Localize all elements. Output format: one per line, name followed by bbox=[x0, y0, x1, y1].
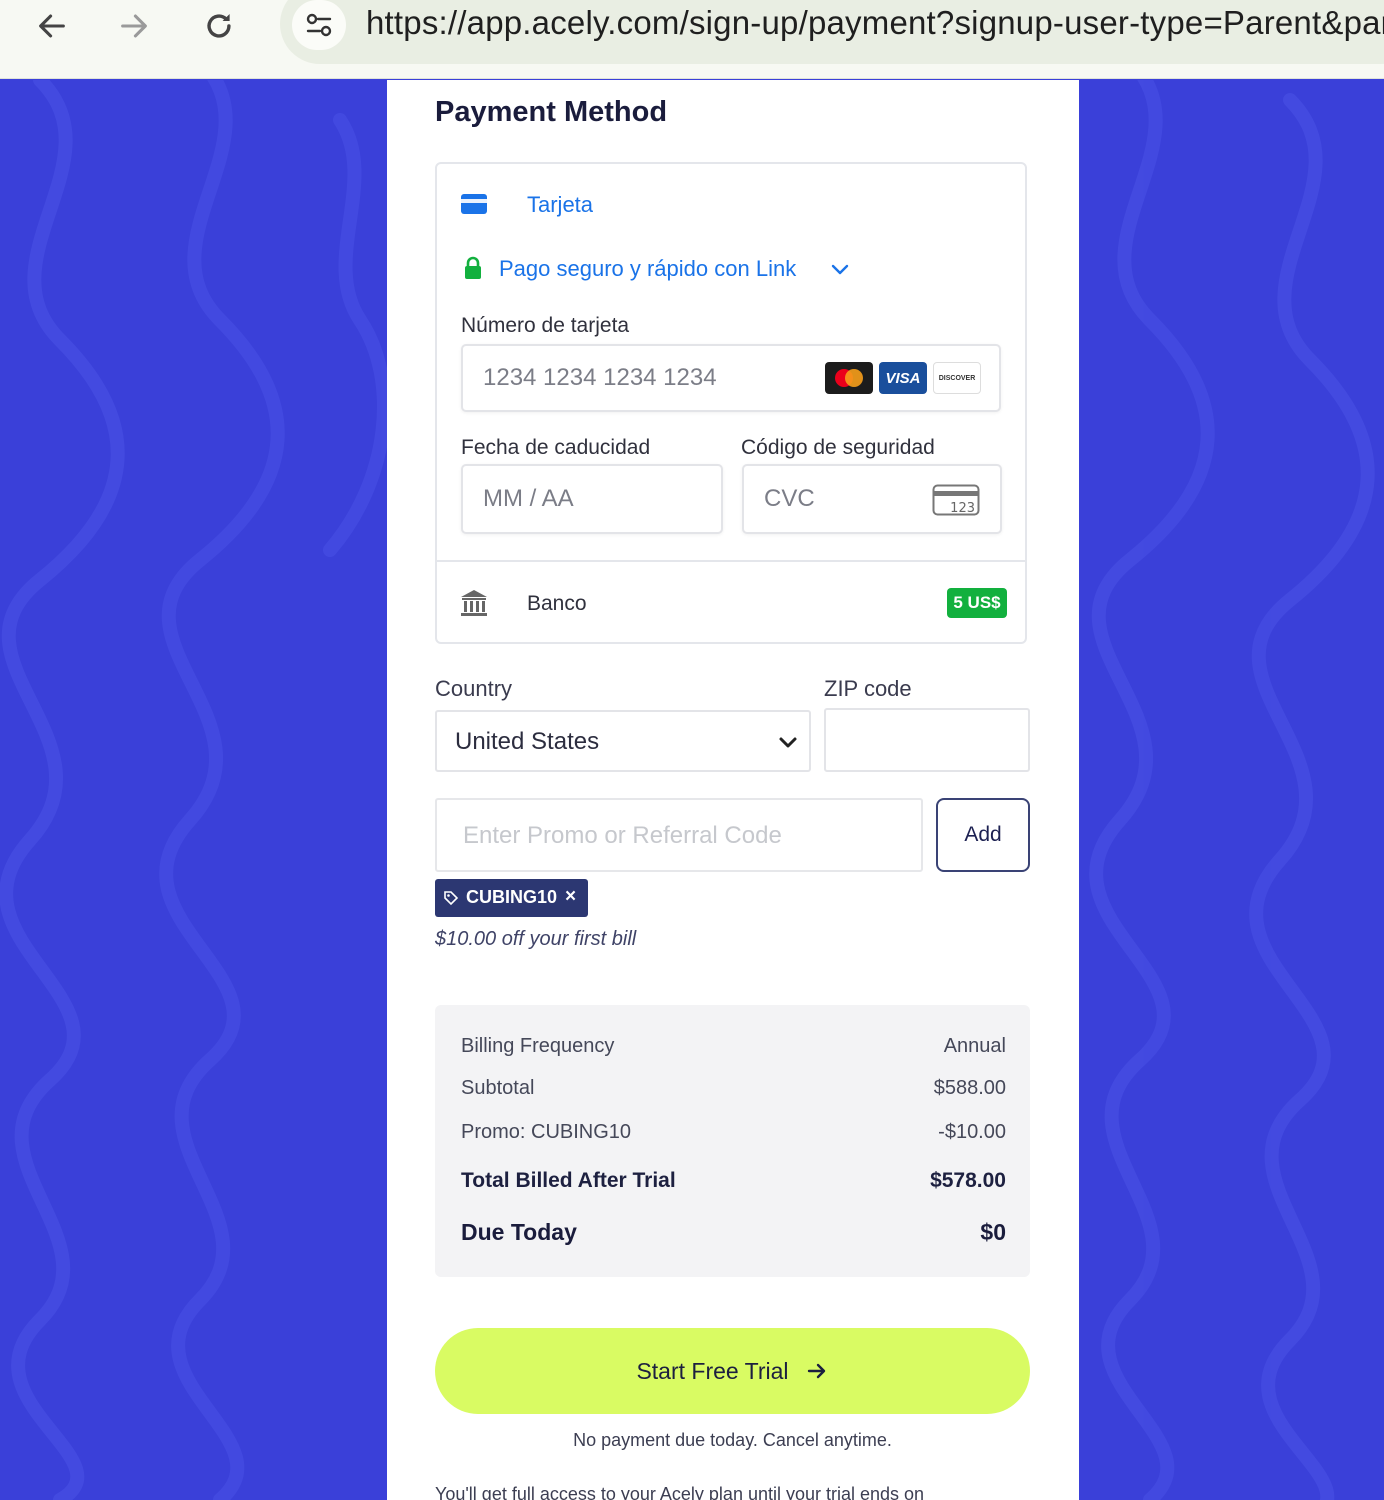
zip-field[interactable] bbox=[824, 708, 1030, 772]
discover-icon: DISCOVER bbox=[933, 362, 981, 394]
country-label: Country bbox=[435, 676, 513, 701]
lock-icon bbox=[465, 256, 481, 279]
summary-label: Subtotal bbox=[461, 1077, 535, 1099]
summary-value: Annual bbox=[943, 1035, 1006, 1057]
browser-toolbar: https://app.acely.com/sign-up/payment?si… bbox=[0, 0, 1384, 79]
chevron-down-icon bbox=[779, 737, 797, 748]
arrow-right-icon bbox=[121, 14, 147, 38]
credit-card-icon bbox=[461, 194, 487, 214]
remove-promo-button[interactable]: × bbox=[565, 886, 576, 908]
discover-text: DISCOVER bbox=[938, 374, 976, 382]
mastercard-icon bbox=[825, 362, 873, 394]
expiry-placeholder: MM / AA bbox=[483, 485, 574, 512]
card-number-label: Número de tarjeta bbox=[461, 314, 630, 337]
tab-bank[interactable]: Banco bbox=[527, 592, 587, 616]
country-select[interactable]: United States bbox=[435, 710, 811, 772]
forward-button[interactable] bbox=[110, 2, 158, 50]
site-info-button[interactable] bbox=[292, 0, 346, 50]
bank-icon bbox=[461, 590, 487, 616]
arrow-left-icon bbox=[39, 14, 65, 38]
cta-label: Start Free Trial bbox=[636, 1357, 789, 1384]
arrow-right-icon bbox=[807, 1363, 825, 1379]
link-pay-toggle[interactable]: Pago seguro y rápido con Link bbox=[499, 256, 796, 282]
summary-row: Billing Frequency Annual bbox=[461, 1035, 1006, 1058]
applied-promo-chip: CUBING10 × bbox=[435, 879, 588, 917]
order-summary: Billing Frequency Annual Subtotal $588.0… bbox=[435, 1005, 1030, 1277]
cvc-field[interactable]: CVC 123 bbox=[742, 464, 1002, 534]
tag-icon bbox=[444, 891, 459, 906]
zip-label: ZIP code bbox=[824, 676, 912, 701]
checkout-panel: Payment Method Tarjeta Pago seguro y ráp… bbox=[387, 80, 1079, 1500]
start-free-trial-button[interactable]: Start Free Trial bbox=[435, 1328, 1030, 1414]
summary-row: Subtotal $588.00 bbox=[461, 1077, 1006, 1100]
expiry-label: Fecha de caducidad bbox=[461, 436, 651, 459]
cvc-icon-text: 123 bbox=[950, 501, 975, 516]
summary-label: Total Billed After Trial bbox=[461, 1169, 676, 1192]
summary-value: $588.00 bbox=[933, 1077, 1006, 1099]
chevron-down-icon[interactable] bbox=[829, 258, 851, 280]
add-promo-button[interactable]: Add bbox=[936, 798, 1030, 872]
summary-label: Promo: CUBING10 bbox=[461, 1121, 632, 1143]
country-value: United States bbox=[455, 728, 600, 755]
summary-label: Billing Frequency bbox=[461, 1035, 615, 1057]
summary-value: $0 bbox=[980, 1219, 1006, 1245]
url-text[interactable]: https://app.acely.com/sign-up/payment?si… bbox=[366, 4, 1384, 42]
card-number-placeholder: 1234 1234 1234 1234 bbox=[483, 364, 717, 391]
security-code-label: Código de seguridad bbox=[741, 436, 935, 459]
visa-icon: VISA bbox=[879, 362, 927, 394]
cvc-card-icon: 123 bbox=[932, 484, 980, 516]
cvc-placeholder: CVC bbox=[764, 485, 815, 512]
summary-row-total: Total Billed After Trial $578.00 bbox=[461, 1169, 1006, 1193]
payment-element: Tarjeta Pago seguro y rápido con Link Nú… bbox=[435, 162, 1027, 644]
summary-row: Promo: CUBING10 -$10.00 bbox=[461, 1121, 1006, 1144]
reload-button[interactable] bbox=[195, 2, 243, 50]
back-button[interactable] bbox=[28, 2, 76, 50]
expiry-field[interactable]: MM / AA bbox=[461, 464, 723, 534]
payment-method-title: Payment Method bbox=[435, 96, 668, 128]
summary-label: Due Today bbox=[461, 1219, 577, 1245]
bank-bonus-badge: 5 US$ bbox=[947, 588, 1007, 618]
reload-icon bbox=[207, 13, 231, 38]
tune-icon bbox=[306, 13, 332, 37]
summary-value: -$10.00 bbox=[938, 1121, 1006, 1143]
promo-discount-note: $10.00 off your first bill bbox=[435, 928, 637, 950]
cta-note: No payment due today. Cancel anytime. bbox=[573, 1430, 892, 1450]
promo-code-text: CUBING10 bbox=[466, 887, 558, 907]
card-number-field[interactable]: 1234 1234 1234 1234 VISA DISCOVER bbox=[461, 344, 1001, 412]
tab-card[interactable]: Tarjeta bbox=[527, 192, 593, 218]
divider bbox=[437, 560, 1025, 562]
summary-row-due-today: Due Today $0 bbox=[461, 1219, 1006, 1246]
promo-code-input[interactable]: Enter Promo or Referral Code bbox=[435, 798, 923, 872]
promo-placeholder: Enter Promo or Referral Code bbox=[463, 822, 782, 849]
trial-fineprint: You'll get full access to your Acely pla… bbox=[435, 1484, 925, 1500]
summary-value: $578.00 bbox=[930, 1169, 1006, 1192]
